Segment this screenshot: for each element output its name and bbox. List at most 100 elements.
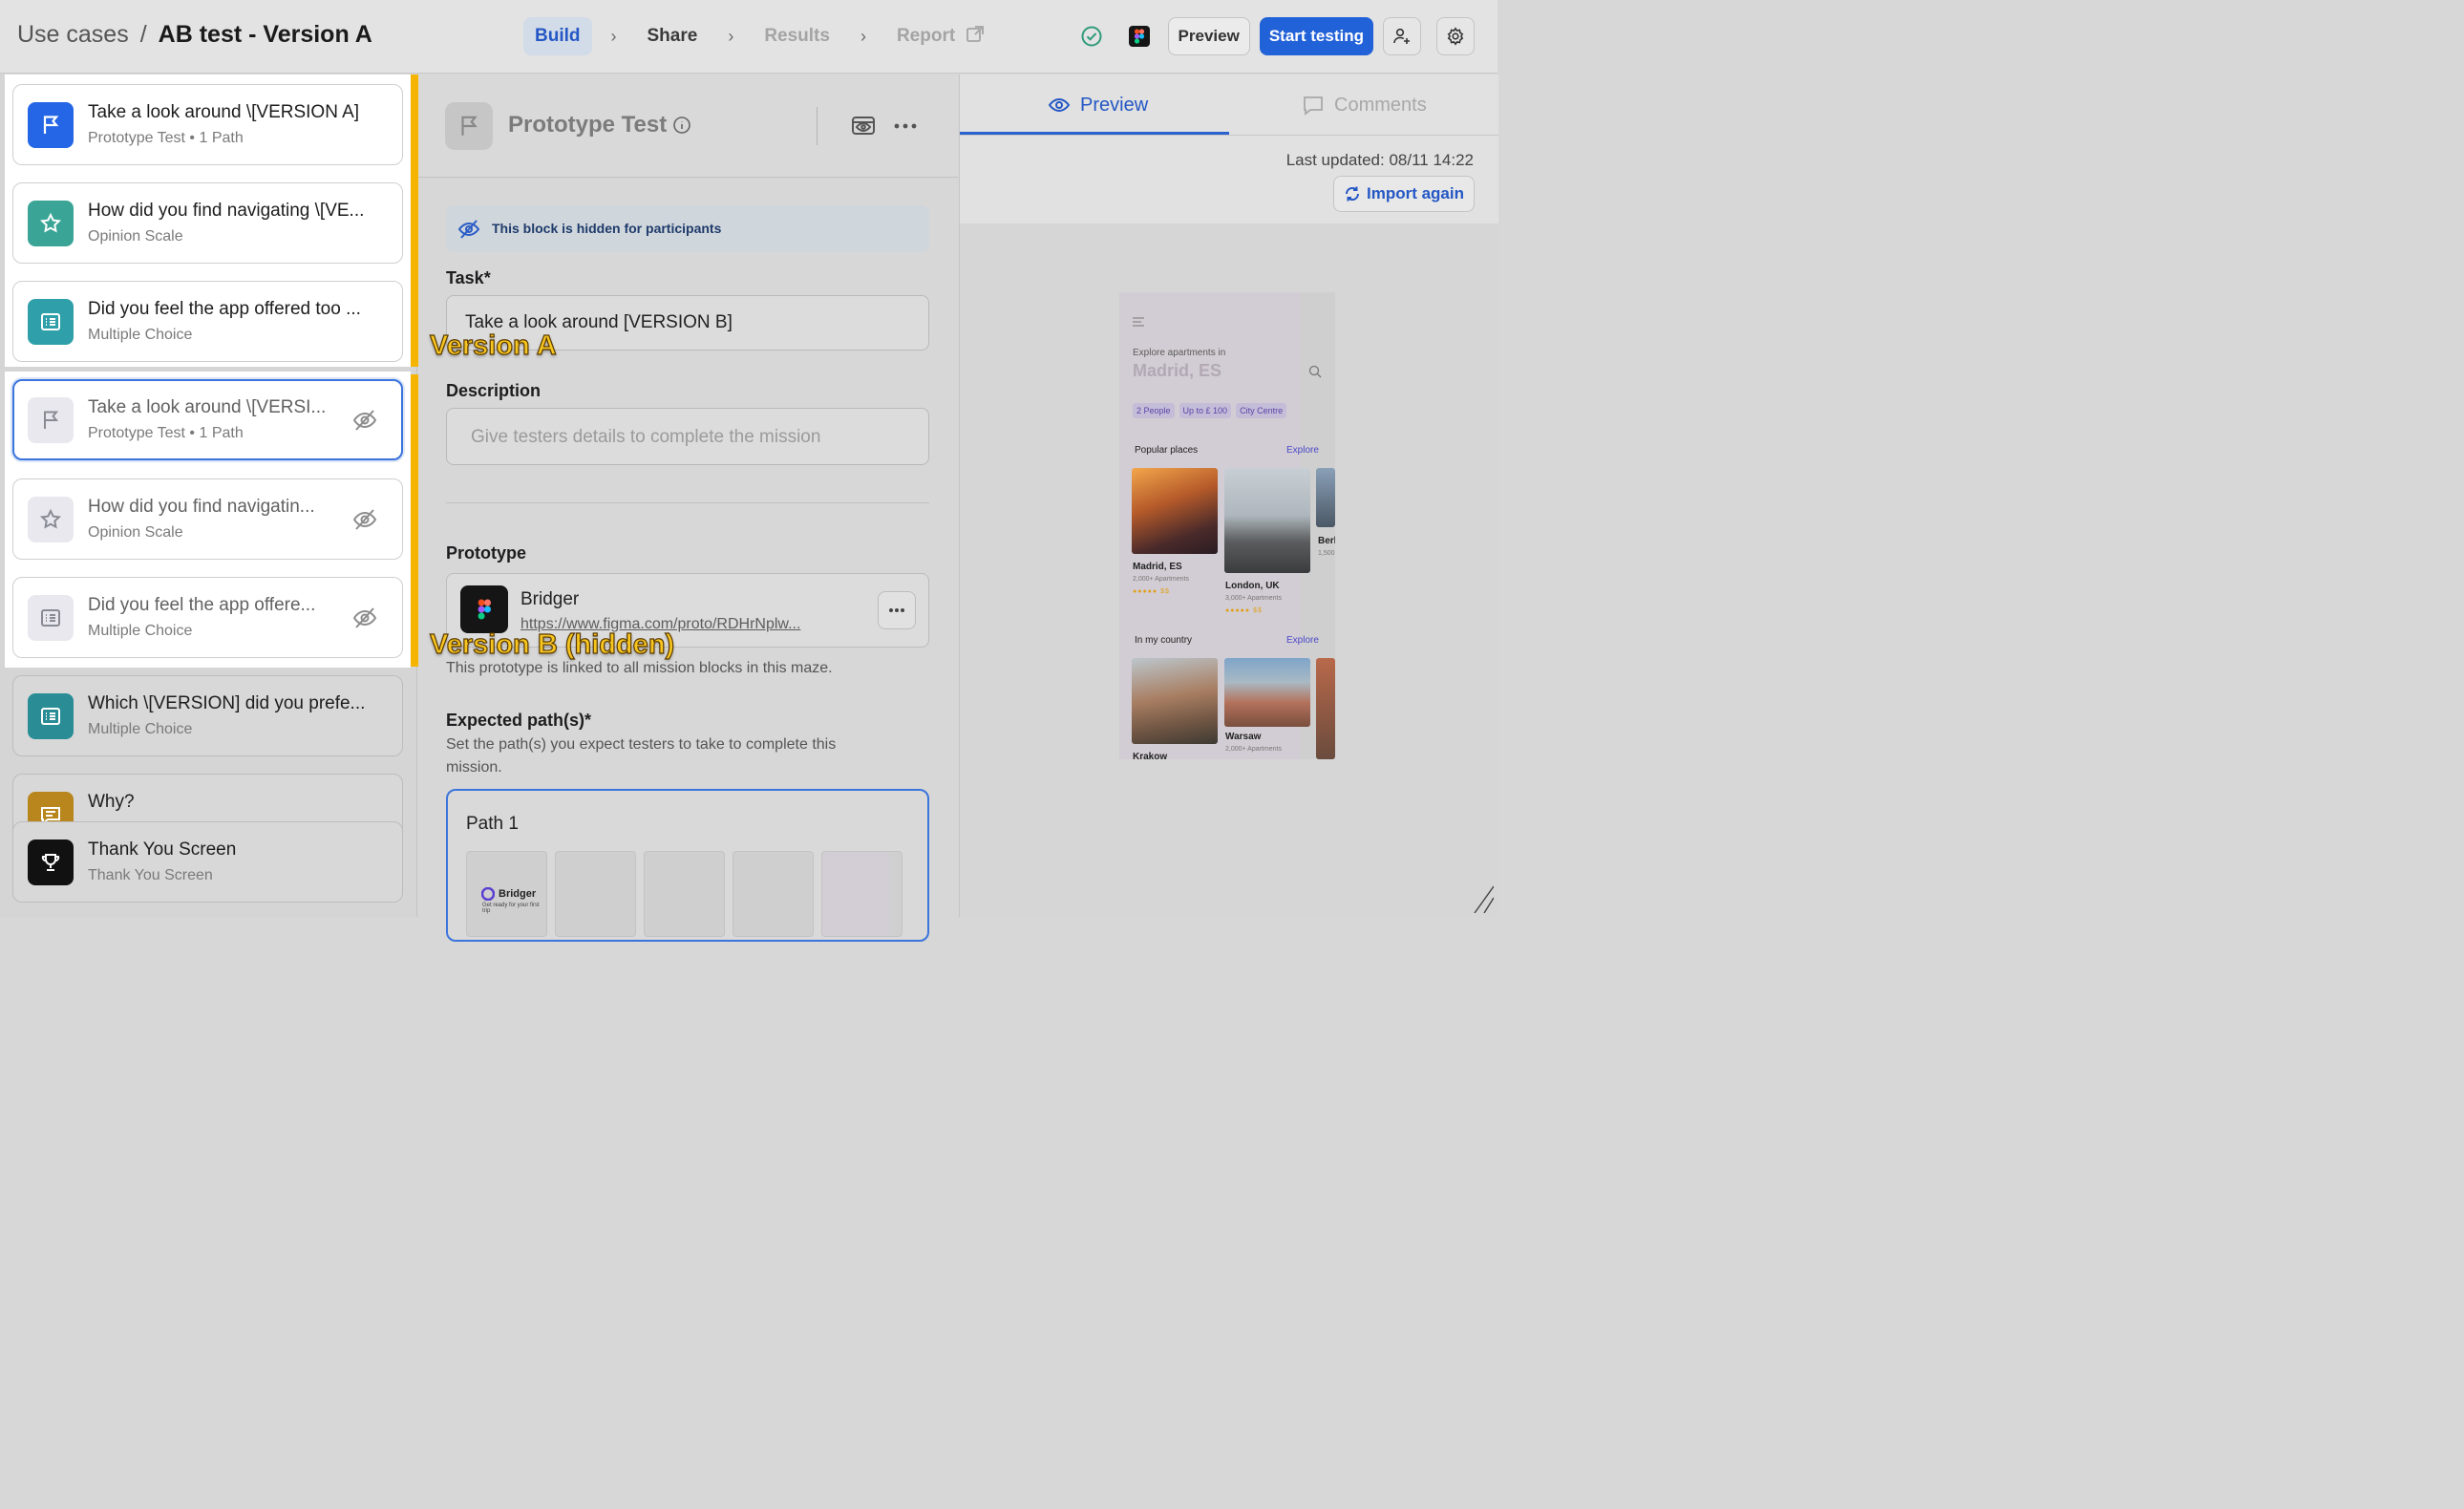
breadcrumb-current[interactable]: AB test - Version A xyxy=(159,21,372,49)
preview-toolbar: Last updated: 08/11 14:22 Import again xyxy=(960,136,1498,223)
flag-icon xyxy=(28,102,74,148)
description-label: Description xyxy=(446,381,542,400)
description-placeholder: Give testers details to complete the mis… xyxy=(471,427,821,447)
location-value: Madrid, ES xyxy=(1133,361,1222,380)
block-item[interactable]: Thank You Screen Thank You Screen xyxy=(12,821,403,903)
eye-off-icon[interactable] xyxy=(351,605,378,631)
tab-comments[interactable]: Comments xyxy=(1302,94,1427,117)
block-type-title: Prototype Test xyxy=(508,112,668,138)
step-report-label: Report xyxy=(896,26,956,46)
block-item[interactable]: How did you find navigatin... Opinion Sc… xyxy=(12,478,403,560)
info-icon[interactable] xyxy=(672,116,691,135)
block-item[interactable]: Which \[VERSION] did you prefe... Multip… xyxy=(12,675,403,756)
place-count: 2,000+ Apartments xyxy=(1133,576,1189,583)
tab-preview-label: Preview xyxy=(1080,94,1149,116)
tab-comments-label: Comments xyxy=(1334,94,1427,116)
figma-icon[interactable] xyxy=(1120,17,1158,55)
path-screen-thumbnail[interactable] xyxy=(644,851,725,937)
flag-icon xyxy=(28,397,74,443)
block-title: Which \[VERSION] did you prefe... xyxy=(88,693,366,713)
gear-icon xyxy=(1447,27,1464,46)
block-item[interactable]: Did you feel the app offere... Multiple … xyxy=(12,577,403,658)
trophy-icon xyxy=(28,840,74,885)
preview-button[interactable]: Preview xyxy=(1167,17,1250,55)
block-title: Did you feel the app offere... xyxy=(88,595,316,615)
filter-chip: Up to £ 100 xyxy=(1179,403,1232,418)
step-results[interactable]: Results xyxy=(753,17,841,55)
place-count: 3,000+ Apartments xyxy=(1225,595,1282,602)
breadcrumb-parent[interactable]: Use cases xyxy=(17,21,129,49)
path-screen-thumbnail[interactable] xyxy=(555,851,636,937)
top-bar: Use cases / AB test - Version A Build › … xyxy=(0,0,1498,74)
block-title: Take a look around \[VERSION A] xyxy=(88,102,360,122)
preview-tabs: Preview Comments xyxy=(960,74,1498,136)
header-actions: Preview Start testing xyxy=(1073,17,1475,55)
flag-icon xyxy=(445,102,493,150)
expected-paths-help-line-2: mission. xyxy=(446,759,502,776)
more-options-icon[interactable] xyxy=(893,117,918,136)
comment-icon xyxy=(1304,96,1323,116)
user-plus-icon xyxy=(1393,28,1410,44)
chevron-right-icon: › xyxy=(860,26,866,46)
place-rating: ●●●●● $$ xyxy=(1225,607,1263,614)
breadcrumb: Use cases / AB test - Version A xyxy=(17,21,372,49)
prototype-more-button[interactable] xyxy=(878,591,916,629)
block-item[interactable]: Did you feel the app offered too ... Mul… xyxy=(12,281,403,362)
filter-chip: City Centre xyxy=(1236,403,1287,418)
block-type: Opinion Scale xyxy=(88,524,183,541)
more-options-icon xyxy=(889,608,904,612)
list-icon xyxy=(28,693,74,739)
eye-off-icon[interactable] xyxy=(351,506,378,533)
check-circle-icon[interactable] xyxy=(1073,17,1111,55)
task-label: Task* xyxy=(446,268,491,287)
path-screen-thumbnail[interactable] xyxy=(733,851,814,937)
london-photo xyxy=(1224,468,1310,573)
bridger-logo-icon xyxy=(481,887,495,901)
block-item[interactable]: Take a look around \[VERSION A] Prototyp… xyxy=(12,84,403,165)
place-count: 1,500 xyxy=(1318,550,1335,557)
expected-paths-help-line-1: Set the path(s) you expect testers to ta… xyxy=(446,736,837,753)
add-user-button[interactable] xyxy=(1383,17,1421,55)
step-build[interactable]: Build xyxy=(523,17,592,55)
tab-preview[interactable]: Preview xyxy=(1048,94,1148,117)
import-again-button[interactable]: Import again xyxy=(1332,176,1475,212)
expected-paths-label: Expected path(s)* xyxy=(446,711,592,730)
block-title: Did you feel the app offered too ... xyxy=(88,299,361,319)
hidden-notice: This block is hidden for participants xyxy=(446,205,929,252)
place-name: Krakow xyxy=(1133,752,1168,759)
warsaw-photo xyxy=(1224,658,1310,727)
description-input[interactable]: Give testers details to complete the mis… xyxy=(446,408,929,465)
block-type: Prototype Test • 1 Path xyxy=(88,425,244,441)
place-name: Warsaw xyxy=(1225,732,1262,742)
block-title: How did you find navigatin... xyxy=(88,497,315,517)
explore-label: Explore apartments in xyxy=(1133,348,1226,358)
prototype-preview-screen[interactable]: Explore apartments in Madrid, ES 2 Peopl… xyxy=(1119,292,1335,759)
path-title: Path 1 xyxy=(466,814,519,834)
step-report[interactable]: Report xyxy=(885,17,997,55)
block-list: Take a look around \[VERSION A] Prototyp… xyxy=(0,74,421,917)
figma-icon xyxy=(460,585,508,633)
start-testing-button[interactable]: Start testing xyxy=(1259,17,1373,55)
path-screen-thumbnail[interactable] xyxy=(821,851,903,937)
import-again-label: Import again xyxy=(1366,184,1464,202)
step-share[interactable]: Share xyxy=(636,17,710,55)
block-type: Thank You Screen xyxy=(88,867,213,883)
block-title: How did you find navigating \[VE... xyxy=(88,201,365,221)
eye-off-icon[interactable] xyxy=(351,407,378,434)
block-item[interactable]: How did you find navigating \[VE... Opin… xyxy=(12,182,403,264)
active-tab-indicator xyxy=(960,132,1229,135)
block-type: Multiple Choice xyxy=(88,327,193,343)
thumbnail-tagline: Get ready for your first trip xyxy=(482,903,540,914)
prototype-name: Bridger xyxy=(520,589,580,609)
list-icon xyxy=(28,595,74,641)
block-type: Multiple Choice xyxy=(88,721,193,737)
hide-block-icon[interactable] xyxy=(850,113,877,139)
chevron-right-icon: › xyxy=(610,26,617,46)
menu-icon xyxy=(1133,317,1144,327)
external-link-icon xyxy=(966,26,985,42)
path-card[interactable]: Path 1 Bridger Get ready for your first … xyxy=(446,789,929,942)
path-screen-thumbnail[interactable]: Bridger Get ready for your first trip xyxy=(466,851,547,937)
settings-button[interactable] xyxy=(1436,17,1475,55)
version-a-annotation: Version A xyxy=(429,329,557,361)
block-item-selected[interactable]: Take a look around \[VERSI... Prototype … xyxy=(12,379,403,460)
